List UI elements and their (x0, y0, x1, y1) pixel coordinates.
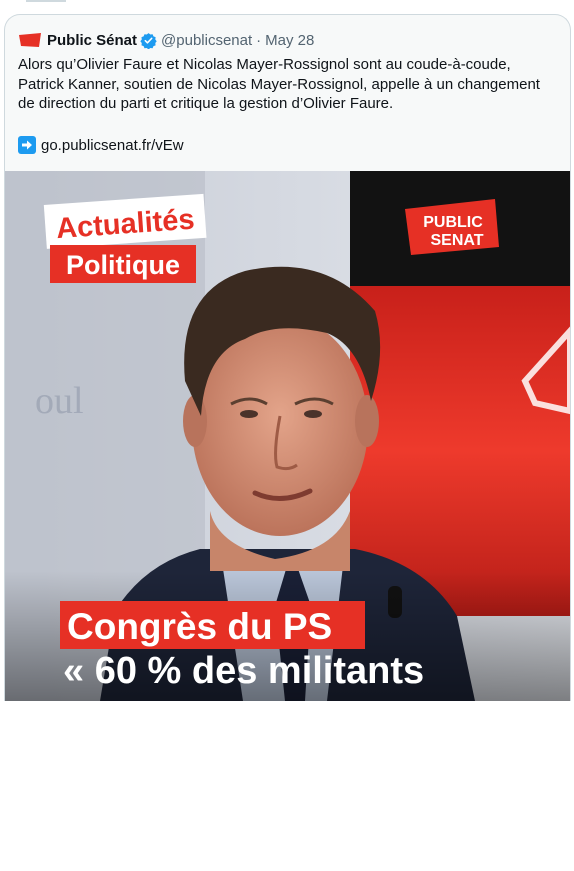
tweet-media-image[interactable]: oul Actualités Politique PUBLIC SENAT Co… (5, 171, 570, 701)
public-senat-logo-icon[interactable] (18, 32, 42, 48)
quoted-tweet-card[interactable]: Public Sénat @publicsenat · May 28 Alors… (4, 14, 571, 701)
tweet-date[interactable]: May 28 (265, 32, 314, 49)
right-arrow-icon (18, 136, 36, 154)
author-name[interactable]: Public Sénat (47, 32, 137, 49)
media-tag-politique: Politique (66, 250, 180, 280)
header-separator: · (256, 31, 262, 49)
media-logo-line1: PUBLIC (423, 214, 483, 231)
svg-text:oul: oul (35, 380, 84, 422)
tweet-link-row: go.publicsenat.fr/vEw (18, 135, 184, 155)
tweet-header: Public Sénat @publicsenat · May 28 (18, 30, 314, 50)
author-handle[interactable]: @publicsenat (161, 32, 252, 49)
previous-item-divider (26, 0, 66, 2)
tweet-text: Alors qu’Olivier Faure et Nicolas Mayer-… (18, 56, 540, 112)
media-logo-line2: SENAT (430, 232, 483, 249)
media-quote: « 60 % des militants (63, 650, 424, 692)
media-headline: Congrès du PS (67, 606, 332, 647)
verified-badge-icon[interactable] (140, 32, 157, 49)
tweet-link[interactable]: go.publicsenat.fr/vEw (41, 137, 184, 154)
